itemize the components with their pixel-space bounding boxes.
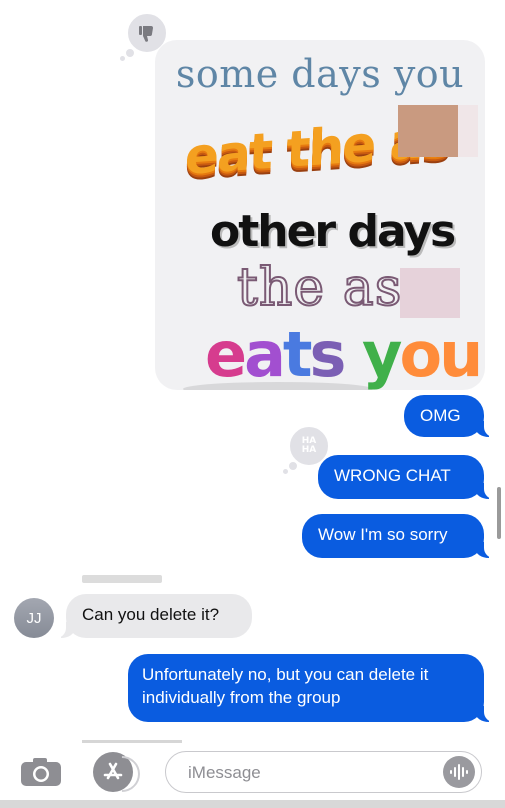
meme-letter: t bbox=[282, 318, 313, 390]
tapback-tail bbox=[288, 461, 298, 471]
meme-image[interactable]: some days you eat the as other days the … bbox=[155, 40, 485, 390]
message-wrong-chat[interactable]: WRONG CHAT bbox=[318, 455, 494, 499]
meme-letter: a bbox=[244, 318, 286, 390]
message-text: Wow I'm so sorry bbox=[318, 525, 448, 544]
avatar[interactable]: JJ bbox=[14, 598, 54, 638]
audio-button[interactable] bbox=[443, 756, 475, 788]
meme-letter bbox=[343, 318, 362, 390]
message-text: WRONG CHAT bbox=[334, 466, 451, 485]
tapback-tail-small bbox=[283, 469, 288, 474]
message-omg[interactable]: OMG bbox=[404, 395, 494, 437]
meme-line-4: the as bbox=[236, 257, 403, 319]
scroll-indicator[interactable] bbox=[497, 487, 501, 539]
message-delete-question[interactable]: Can you delete it? bbox=[56, 594, 252, 638]
app-store-button[interactable] bbox=[93, 752, 133, 792]
haha-text-bottom: HA bbox=[301, 445, 317, 455]
censor-block-2 bbox=[400, 268, 460, 318]
meme-line-1: some days you bbox=[175, 52, 465, 96]
avatar-initials: JJ bbox=[26, 609, 42, 627]
sender-name-redacted-2 bbox=[82, 740, 182, 743]
meme-letter: s bbox=[309, 318, 347, 390]
sender-name-redacted bbox=[82, 575, 162, 583]
censor-block-edge bbox=[458, 105, 478, 157]
meme-line-5: eats you bbox=[205, 318, 483, 390]
meme-letter: ou bbox=[399, 318, 483, 390]
message-text: Can you delete it? bbox=[82, 605, 220, 624]
app-store-icon bbox=[103, 762, 123, 780]
message-sorry[interactable]: Wow I'm so sorry bbox=[302, 514, 494, 558]
meme-letter: e bbox=[205, 318, 247, 390]
thumbs-down-icon bbox=[139, 26, 153, 42]
waveform-icon bbox=[450, 764, 468, 780]
message-unfortunately[interactable]: Unfortunately no, but you can delete it … bbox=[128, 654, 494, 722]
censor-block bbox=[398, 105, 458, 157]
message-text: Unfortunately no, but you can delete it … bbox=[142, 665, 429, 707]
message-input[interactable] bbox=[166, 752, 450, 794]
message-text: OMG bbox=[420, 406, 461, 425]
meme-line-3: other days bbox=[210, 206, 456, 257]
bottom-edge bbox=[0, 800, 505, 808]
imessage-field[interactable] bbox=[165, 751, 482, 794]
tapback-tail bbox=[125, 48, 135, 58]
camera-icon[interactable] bbox=[20, 757, 62, 787]
meme-letter: y bbox=[362, 318, 402, 390]
tapback-tail-small bbox=[120, 56, 125, 61]
haha-icon: HA HA bbox=[302, 437, 317, 455]
